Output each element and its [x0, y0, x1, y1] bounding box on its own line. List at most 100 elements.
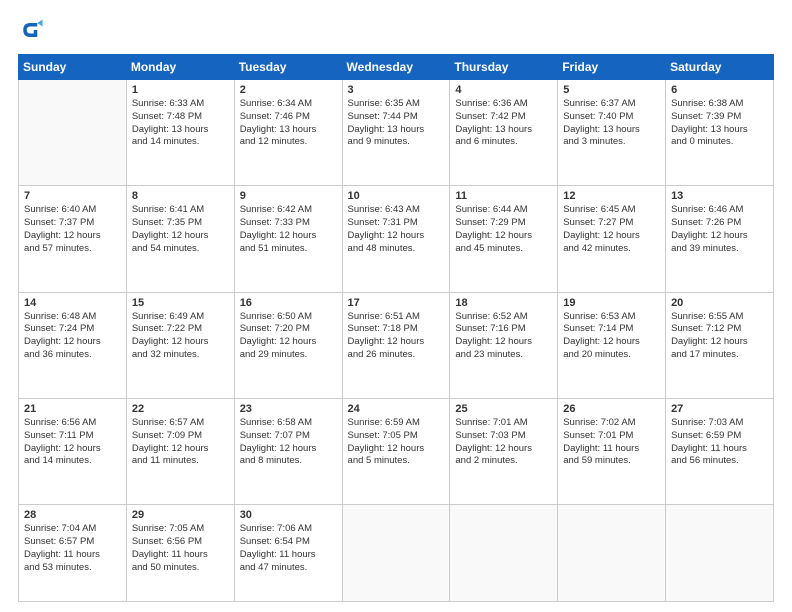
calendar-cell: 10 Sunrise: 6:43 AM Sunset: 7:31 PM Dayli… [342, 186, 450, 292]
calendar-cell: 30 Sunrise: 7:06 AM Sunset: 6:54 PM Dayli… [234, 505, 342, 602]
calendar-cell: 25 Sunrise: 7:01 AM Sunset: 7:03 PM Dayli… [450, 398, 558, 504]
calendar-page: SundayMondayTuesdayWednesdayThursdayFrid… [0, 0, 792, 612]
cell-content: Sunrise: 7:01 AM Sunset: 7:03 PM Dayligh… [455, 417, 552, 468]
day-number: 12 [563, 190, 660, 202]
weekday-header-row: SundayMondayTuesdayWednesdayThursdayFrid… [19, 55, 774, 80]
cell-content: Sunrise: 6:40 AM Sunset: 7:37 PM Dayligh… [24, 204, 121, 255]
calendar-cell [342, 505, 450, 602]
week-row: 14 Sunrise: 6:48 AM Sunset: 7:24 PM Dayli… [19, 292, 774, 398]
day-number: 21 [24, 403, 121, 415]
day-number: 30 [240, 509, 337, 521]
cell-content: Sunrise: 6:50 AM Sunset: 7:20 PM Dayligh… [240, 311, 337, 362]
calendar-cell: 14 Sunrise: 6:48 AM Sunset: 7:24 PM Dayli… [19, 292, 127, 398]
cell-content: Sunrise: 6:51 AM Sunset: 7:18 PM Dayligh… [348, 311, 445, 362]
cell-content: Sunrise: 6:38 AM Sunset: 7:39 PM Dayligh… [671, 98, 768, 149]
calendar-cell: 16 Sunrise: 6:50 AM Sunset: 7:20 PM Dayli… [234, 292, 342, 398]
calendar-cell: 7 Sunrise: 6:40 AM Sunset: 7:37 PM Daylig… [19, 186, 127, 292]
day-number: 2 [240, 84, 337, 96]
cell-content: Sunrise: 6:55 AM Sunset: 7:12 PM Dayligh… [671, 311, 768, 362]
day-number: 24 [348, 403, 445, 415]
calendar-cell: 12 Sunrise: 6:45 AM Sunset: 7:27 PM Dayli… [558, 186, 666, 292]
day-number: 29 [132, 509, 229, 521]
day-number: 26 [563, 403, 660, 415]
day-number: 3 [348, 84, 445, 96]
calendar-cell: 18Sunrise: 6:52 AM Sunset: 7:16 PM Dayli… [450, 292, 558, 398]
cell-content: Sunrise: 6:42 AM Sunset: 7:33 PM Dayligh… [240, 204, 337, 255]
calendar-cell: 23 Sunrise: 6:58 AM Sunset: 7:07 PM Dayli… [234, 398, 342, 504]
calendar-cell [19, 80, 127, 186]
cell-content: Sunrise: 7:03 AM Sunset: 6:59 PM Dayligh… [671, 417, 768, 468]
cell-content: Sunrise: 6:45 AM Sunset: 7:27 PM Dayligh… [563, 204, 660, 255]
calendar-cell: 26Sunrise: 7:02 AM Sunset: 7:01 PM Dayli… [558, 398, 666, 504]
cell-content: Sunrise: 6:33 AM Sunset: 7:48 PM Dayligh… [132, 98, 229, 149]
weekday-header: Wednesday [342, 55, 450, 80]
day-number: 27 [671, 403, 768, 415]
calendar-cell [450, 505, 558, 602]
cell-content: Sunrise: 6:49 AM Sunset: 7:22 PM Dayligh… [132, 311, 229, 362]
calendar-cell: 29 Sunrise: 7:05 AM Sunset: 6:56 PM Dayli… [126, 505, 234, 602]
day-number: 17 [348, 297, 445, 309]
day-number: 9 [240, 190, 337, 202]
calendar-cell: 22 Sunrise: 6:57 AM Sunset: 7:09 PM Dayli… [126, 398, 234, 504]
day-number: 20 [671, 297, 768, 309]
calendar-cell: 27 Sunrise: 7:03 AM Sunset: 6:59 PM Dayli… [666, 398, 774, 504]
day-number: 16 [240, 297, 337, 309]
week-row: 7 Sunrise: 6:40 AM Sunset: 7:37 PM Daylig… [19, 186, 774, 292]
day-number: 28 [24, 509, 121, 521]
cell-content: Sunrise: 7:05 AM Sunset: 6:56 PM Dayligh… [132, 523, 229, 574]
day-number: 13 [671, 190, 768, 202]
cell-content: Sunrise: 6:57 AM Sunset: 7:09 PM Dayligh… [132, 417, 229, 468]
cell-content: Sunrise: 6:56 AM Sunset: 7:11 PM Dayligh… [24, 417, 121, 468]
calendar-cell: 21 Sunrise: 6:56 AM Sunset: 7:11 PM Dayli… [19, 398, 127, 504]
calendar-cell: 17 Sunrise: 6:51 AM Sunset: 7:18 PM Dayli… [342, 292, 450, 398]
cell-content: Sunrise: 6:41 AM Sunset: 7:35 PM Dayligh… [132, 204, 229, 255]
cell-content: Sunrise: 6:36 AM Sunset: 7:42 PM Dayligh… [455, 98, 552, 149]
cell-content: Sunrise: 6:58 AM Sunset: 7:07 PM Dayligh… [240, 417, 337, 468]
calendar-cell: 19 Sunrise: 6:53 AM Sunset: 7:14 PM Dayli… [558, 292, 666, 398]
page-header [18, 16, 774, 44]
cell-content: Sunrise: 6:34 AM Sunset: 7:46 PM Dayligh… [240, 98, 337, 149]
calendar-cell: 1 Sunrise: 6:33 AM Sunset: 7:48 PM Daylig… [126, 80, 234, 186]
day-number: 10 [348, 190, 445, 202]
day-number: 19 [563, 297, 660, 309]
cell-content: Sunrise: 7:06 AM Sunset: 6:54 PM Dayligh… [240, 523, 337, 574]
cell-content: Sunrise: 6:46 AM Sunset: 7:26 PM Dayligh… [671, 204, 768, 255]
day-number: 14 [24, 297, 121, 309]
day-number: 23 [240, 403, 337, 415]
day-number: 5 [563, 84, 660, 96]
calendar-cell: 9 Sunrise: 6:42 AM Sunset: 7:33 PM Daylig… [234, 186, 342, 292]
calendar-cell: 11 Sunrise: 6:44 AM Sunset: 7:29 PM Dayli… [450, 186, 558, 292]
week-row: 1 Sunrise: 6:33 AM Sunset: 7:48 PM Daylig… [19, 80, 774, 186]
week-row: 28 Sunrise: 7:04 AM Sunset: 6:57 PM Dayli… [19, 505, 774, 602]
calendar-cell: 15Sunrise: 6:49 AM Sunset: 7:22 PM Dayli… [126, 292, 234, 398]
logo-icon [18, 16, 46, 44]
day-number: 25 [455, 403, 552, 415]
calendar-cell: 13 Sunrise: 6:46 AM Sunset: 7:26 PM Dayli… [666, 186, 774, 292]
weekday-header: Sunday [19, 55, 127, 80]
calendar-cell: 4Sunrise: 6:36 AM Sunset: 7:42 PM Daylig… [450, 80, 558, 186]
calendar-cell: 3Sunrise: 6:35 AM Sunset: 7:44 PM Daylig… [342, 80, 450, 186]
calendar-cell: 5 Sunrise: 6:37 AM Sunset: 7:40 PM Daylig… [558, 80, 666, 186]
cell-content: Sunrise: 6:48 AM Sunset: 7:24 PM Dayligh… [24, 311, 121, 362]
weekday-header: Monday [126, 55, 234, 80]
weekday-header: Saturday [666, 55, 774, 80]
day-number: 11 [455, 190, 552, 202]
day-number: 7 [24, 190, 121, 202]
calendar-cell: 6Sunrise: 6:38 AM Sunset: 7:39 PM Daylig… [666, 80, 774, 186]
calendar-cell [558, 505, 666, 602]
day-number: 22 [132, 403, 229, 415]
cell-content: Sunrise: 7:04 AM Sunset: 6:57 PM Dayligh… [24, 523, 121, 574]
day-number: 1 [132, 84, 229, 96]
day-number: 18 [455, 297, 552, 309]
weekday-header: Tuesday [234, 55, 342, 80]
calendar-cell: 28 Sunrise: 7:04 AM Sunset: 6:57 PM Dayli… [19, 505, 127, 602]
calendar-cell: 24Sunrise: 6:59 AM Sunset: 7:05 PM Dayli… [342, 398, 450, 504]
week-row: 21 Sunrise: 6:56 AM Sunset: 7:11 PM Dayli… [19, 398, 774, 504]
calendar-cell [666, 505, 774, 602]
day-number: 8 [132, 190, 229, 202]
logo [18, 16, 50, 44]
cell-content: Sunrise: 6:37 AM Sunset: 7:40 PM Dayligh… [563, 98, 660, 149]
cell-content: Sunrise: 6:44 AM Sunset: 7:29 PM Dayligh… [455, 204, 552, 255]
cell-content: Sunrise: 6:43 AM Sunset: 7:31 PM Dayligh… [348, 204, 445, 255]
cell-content: Sunrise: 6:53 AM Sunset: 7:14 PM Dayligh… [563, 311, 660, 362]
